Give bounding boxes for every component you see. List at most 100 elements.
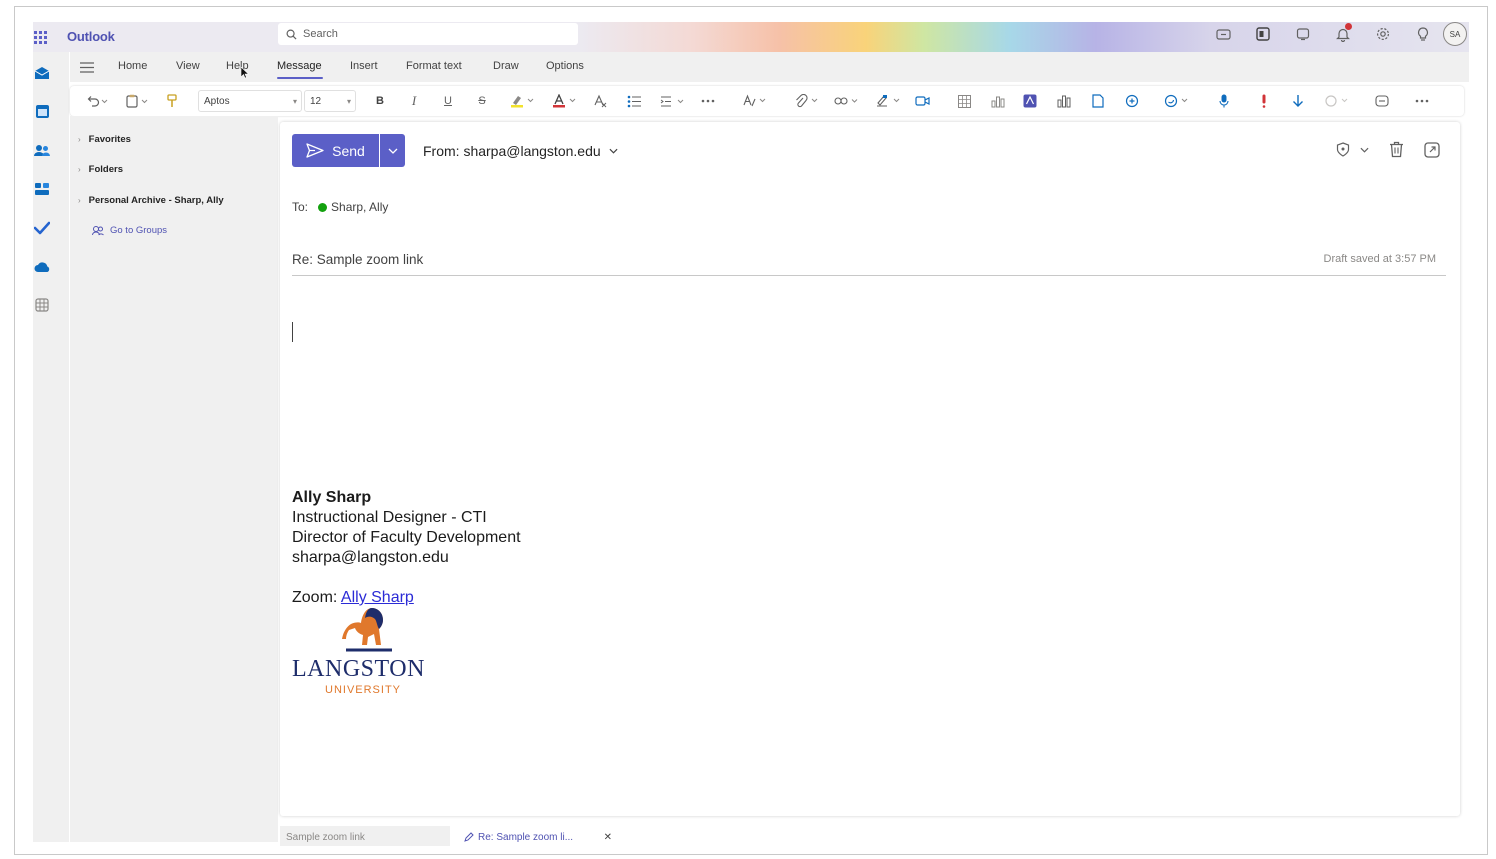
to-do-check-icon[interactable] <box>33 219 51 237</box>
tab-draw[interactable]: Draw <box>493 60 519 72</box>
logo-subtitle: UNIVERSITY <box>325 684 402 696</box>
nav-favorites[interactable]: › Favorites <box>78 134 131 145</box>
tab-options[interactable]: Options <box>546 60 584 72</box>
notifications-icon[interactable] <box>1323 22 1363 46</box>
calendar-icon[interactable] <box>33 102 51 120</box>
bold-button[interactable]: B <box>370 93 390 109</box>
send-options-dropdown[interactable] <box>380 134 405 167</box>
bullets-icon[interactable] <box>624 93 644 109</box>
go-to-groups-link[interactable]: Go to Groups <box>92 225 167 236</box>
font-size-value: 12 <box>310 95 322 107</box>
groups-icon <box>92 226 104 236</box>
to-field[interactable]: To: Sharp, Ally <box>292 200 388 214</box>
styles-icon[interactable] <box>738 93 772 109</box>
chart-icon[interactable] <box>988 93 1008 109</box>
more-options-icon[interactable] <box>1412 93 1432 109</box>
app-rail <box>33 52 69 842</box>
tab-message[interactable]: Message <box>277 60 322 72</box>
subject-field[interactable]: Re: Sample zoom link <box>292 252 423 267</box>
text-cursor <box>292 322 293 342</box>
font-name-select[interactable]: Aptos ▾ <box>198 90 302 112</box>
onenote-feed-icon[interactable] <box>1243 22 1283 46</box>
more-formatting-icon[interactable] <box>698 93 718 109</box>
pencil-icon <box>464 832 474 842</box>
email-signature: Ally Sharp Instructional Designer - CTI … <box>292 488 521 608</box>
undo-icon[interactable] <box>80 93 114 109</box>
send-icon <box>306 143 324 158</box>
more-apps-icon[interactable] <box>33 296 51 314</box>
draft-tab-reply[interactable]: Re: Sample zoom li... ✕ <box>456 826 624 846</box>
underline-button[interactable]: U <box>438 93 458 109</box>
poll-icon[interactable] <box>1054 93 1074 109</box>
search-placeholder: Search <box>303 28 338 40</box>
attach-file-icon[interactable] <box>790 93 824 109</box>
draft-tab-reply-label: Re: Sample zoom li... <box>478 832 574 843</box>
dictate-microphone-icon[interactable] <box>1214 93 1234 109</box>
chevron-down-icon <box>1360 147 1369 153</box>
clear-formatting-icon[interactable] <box>590 93 610 109</box>
meet-now-icon[interactable] <box>1203 22 1243 46</box>
link-icon[interactable] <box>830 93 864 109</box>
tab-insert[interactable]: Insert <box>350 60 378 72</box>
italic-button[interactable]: I <box>404 93 424 109</box>
highlight-color-icon[interactable] <box>506 93 540 109</box>
signature-title-1: Instructional Designer - CTI <box>292 509 487 526</box>
search-icon <box>286 29 297 40</box>
chevron-down-icon <box>388 148 397 154</box>
draft-tab-original[interactable]: Sample zoom link <box>280 826 450 846</box>
teams-meeting-icon[interactable] <box>912 93 932 109</box>
tab-view[interactable]: View <box>176 60 200 72</box>
font-size-select[interactable]: 12 ▾ <box>304 90 356 112</box>
strikethrough-button[interactable]: S <box>472 93 492 109</box>
pop-out-icon[interactable] <box>1424 141 1440 158</box>
nav-favorites-label: Favorites <box>88 134 131 145</box>
tab-format-text[interactable]: Format text <box>406 60 462 72</box>
mail-icon[interactable] <box>33 64 51 82</box>
copilot-icon[interactable] <box>1160 93 1194 109</box>
nav-personal-archive-label: Personal Archive - Sharp, Ally <box>88 195 224 206</box>
paste-icon[interactable] <box>120 93 154 109</box>
nav-folders-label: Folders <box>88 164 123 175</box>
people-icon[interactable] <box>33 141 51 159</box>
search-input[interactable]: Search <box>278 23 578 45</box>
apps-plugin-icon[interactable] <box>1122 93 1142 109</box>
notification-badge <box>1345 23 1352 30</box>
discard-trash-icon[interactable] <box>1389 141 1404 158</box>
indent-options-icon[interactable] <box>656 93 690 109</box>
font-name-value: Aptos <box>204 95 230 107</box>
immersive-reader-icon[interactable] <box>1372 93 1392 109</box>
groups-icon[interactable] <box>33 180 51 198</box>
onedrive-cloud-icon[interactable] <box>33 258 51 276</box>
chevron-down-icon <box>609 148 618 154</box>
font-color-icon[interactable] <box>548 93 582 109</box>
table-icon[interactable] <box>954 93 974 109</box>
header-actions: SA <box>1203 22 1469 46</box>
close-icon[interactable]: ✕ <box>604 832 612 846</box>
high-importance-icon[interactable] <box>1254 93 1274 109</box>
nav-personal-archive[interactable]: › Personal Archive - Sharp, Ally <box>78 195 224 206</box>
formatting-ribbon: Aptos ▾ 12 ▾ B I U S <box>70 86 1464 116</box>
app-launcher-icon[interactable] <box>33 22 47 52</box>
settings-gear-icon[interactable] <box>1363 22 1403 46</box>
my-day-icon[interactable] <box>1283 22 1323 46</box>
langston-university-logo: LANGSTON UNIVERSITY <box>292 604 447 699</box>
account-avatar[interactable]: SA <box>1443 22 1467 46</box>
low-importance-icon[interactable] <box>1288 93 1308 109</box>
app-title[interactable]: Outlook <box>67 29 115 44</box>
tab-home[interactable]: Home <box>118 60 147 72</box>
format-painter-icon[interactable] <box>162 93 182 109</box>
chevron-right-icon: › <box>78 135 81 144</box>
from-selector[interactable]: From: sharpa@langston.edu <box>423 143 618 159</box>
recipient-chip[interactable]: Sharp, Ally <box>331 200 388 214</box>
send-button[interactable]: Send <box>292 134 379 167</box>
signature-icon[interactable] <box>872 93 906 109</box>
compose-pane: Send From: sharpa@langston.edu To: Sharp… <box>280 122 1460 816</box>
nav-folders[interactable]: › Folders <box>78 164 123 175</box>
tips-lightbulb-icon[interactable] <box>1403 22 1443 46</box>
sensitivity-button[interactable] <box>1336 142 1369 157</box>
to-label: To: <box>292 200 309 214</box>
hamburger-menu-icon[interactable] <box>80 60 94 78</box>
add-document-icon[interactable] <box>1088 93 1108 109</box>
loop-component-icon[interactable] <box>1020 93 1040 109</box>
sensitivity-icon[interactable] <box>1320 93 1354 109</box>
